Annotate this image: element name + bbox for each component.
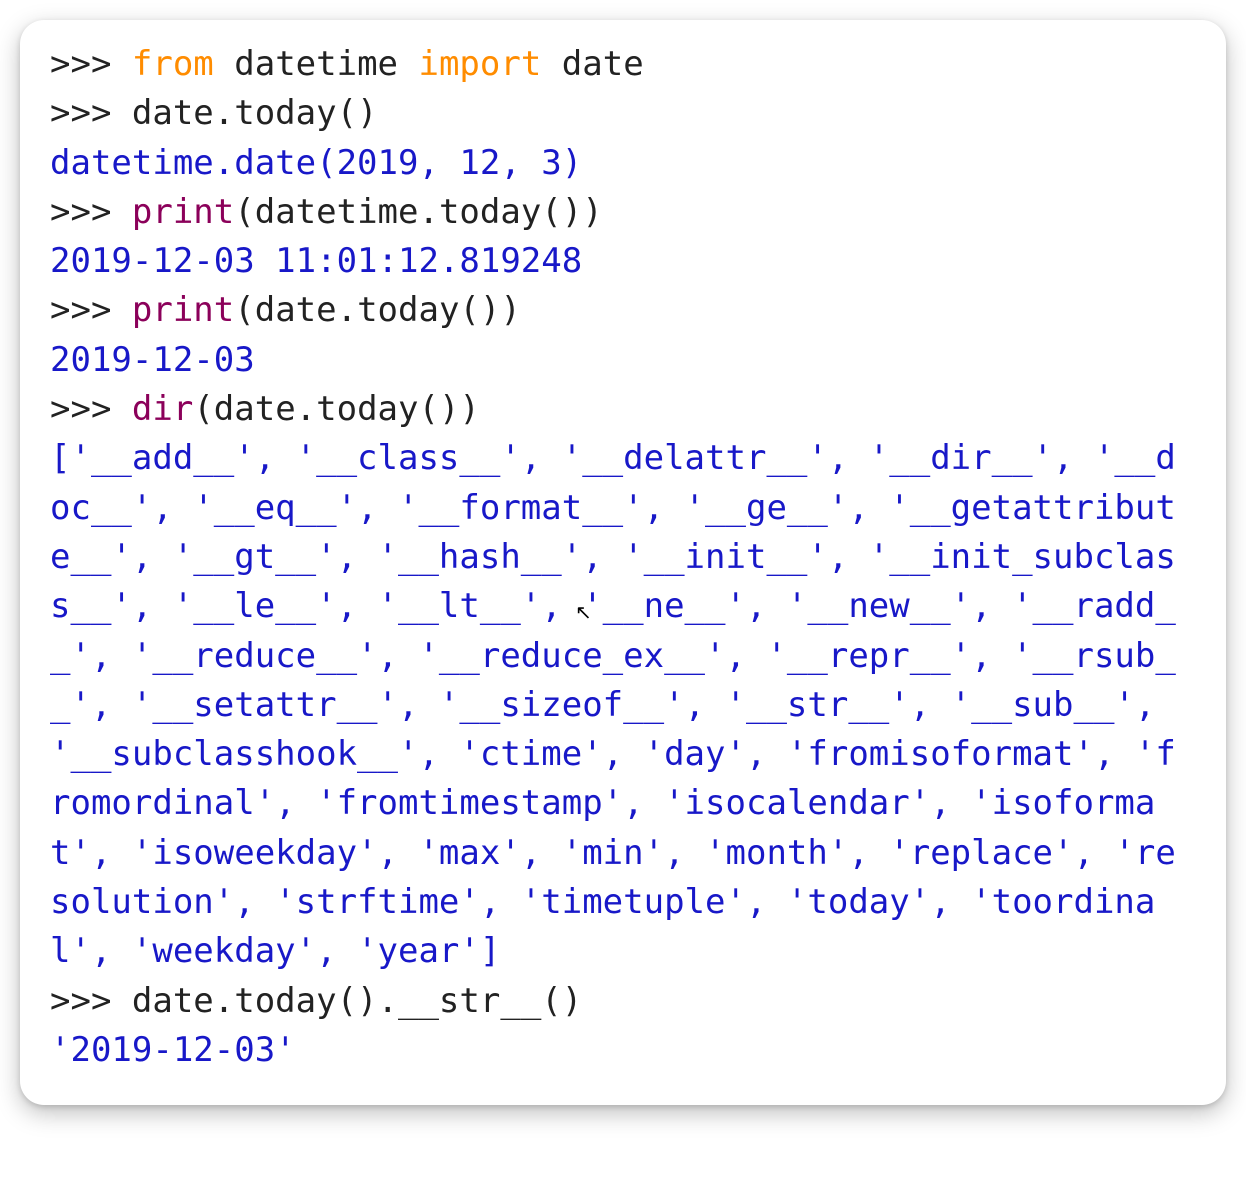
code-text: date.today().__str__() [132, 981, 582, 1021]
repl-prompt: >>> [50, 192, 132, 232]
code-text: (date.today()) [234, 290, 521, 330]
repl-output: '2019-12-03' [50, 1030, 296, 1070]
repl-output: datetime.date(2019, 12, 3) [50, 143, 582, 183]
builtin-dir: dir [132, 389, 193, 429]
code-card: >>> from datetime import date >>> date.t… [20, 20, 1226, 1105]
repl-prompt: >>> [50, 93, 132, 133]
keyword-from: from [132, 44, 214, 84]
code-text: (date.today()) [193, 389, 480, 429]
code-text: date.today() [132, 93, 378, 133]
repl-output: 2019-12-03 [50, 340, 255, 380]
repl-prompt: >>> [50, 389, 132, 429]
code-text: (datetime.today()) [234, 192, 602, 232]
builtin-print: print [132, 192, 234, 232]
code-text: date [541, 44, 643, 84]
repl-prompt: >>> [50, 44, 132, 84]
repl-output: 2019-12-03 11:01:12.819248 [50, 241, 582, 281]
python-repl[interactable]: >>> from datetime import date >>> date.t… [50, 40, 1196, 1075]
repl-prompt: >>> [50, 981, 132, 1021]
builtin-print: print [132, 290, 234, 330]
repl-prompt: >>> [50, 290, 132, 330]
keyword-import: import [418, 44, 541, 84]
code-text: datetime [214, 44, 419, 84]
repl-output: ['__add__', '__class__', '__delattr__', … [50, 438, 1176, 971]
